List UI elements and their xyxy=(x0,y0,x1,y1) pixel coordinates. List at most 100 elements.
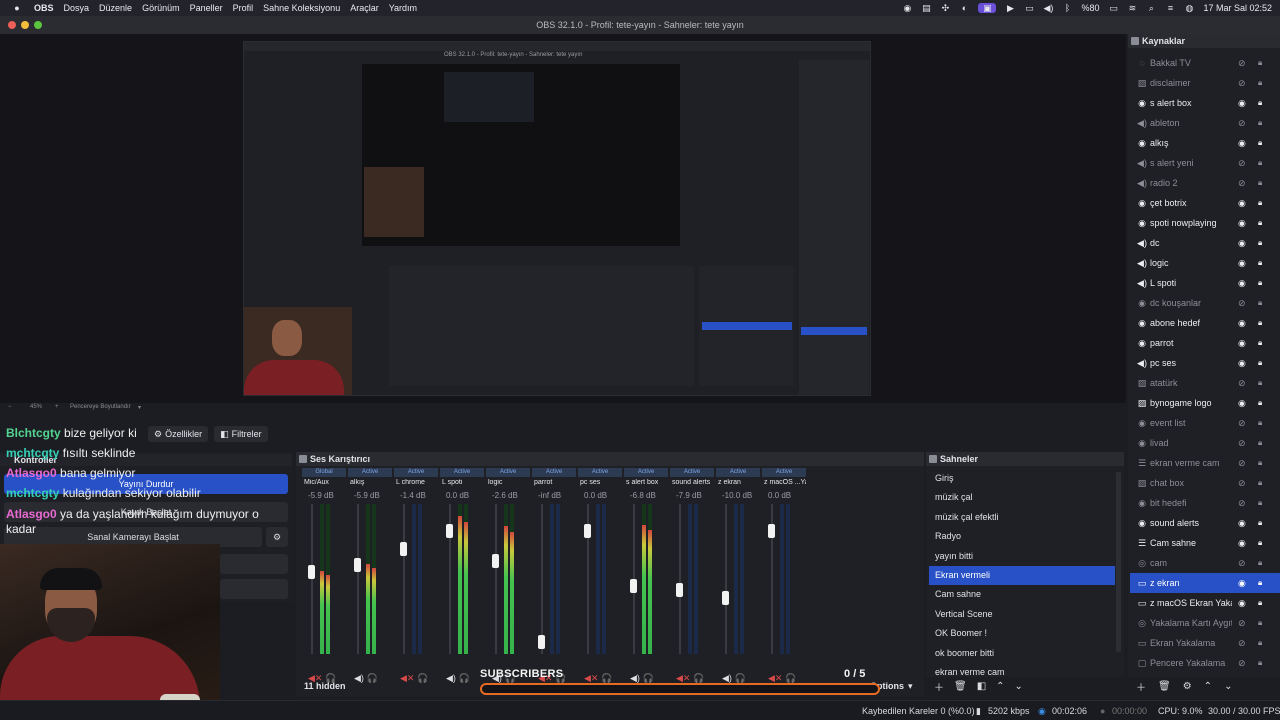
menu-dosya[interactable]: Dosya xyxy=(64,3,90,13)
source-item[interactable]: ▢ Pencere Yakalama ⊘ 🔒︎ xyxy=(1130,653,1280,673)
lock-icon[interactable]: 🔒︎ xyxy=(1258,493,1262,513)
fader-knob[interactable] xyxy=(446,524,453,538)
source-item[interactable]: ◉ spoti nowplaying ◉ 🔒︎ xyxy=(1130,213,1280,233)
scenes-scrollbar[interactable] xyxy=(1116,472,1121,652)
volume-icon[interactable]: ◀) xyxy=(1043,3,1053,13)
puzzle-icon[interactable]: ✣ xyxy=(940,3,950,13)
bluetooth-icon[interactable]: ᛒ xyxy=(1062,3,1072,13)
lock-icon[interactable]: 🔒︎ xyxy=(1258,333,1262,353)
source-item[interactable]: ◀) dc ◉ 🔒︎ xyxy=(1130,233,1280,253)
fader-track[interactable] xyxy=(403,504,405,654)
eye-slash-icon[interactable]: ⊘ xyxy=(1238,613,1246,633)
lock-icon[interactable]: 🔒︎ xyxy=(1258,233,1262,253)
remove-source-icon[interactable]: 🗑 xyxy=(1158,681,1171,692)
scene-item[interactable]: Giriş xyxy=(929,469,1115,488)
source-item[interactable]: ◀) pc ses ◉ 🔒︎ xyxy=(1130,353,1280,373)
eye-slash-icon[interactable]: ⊘ xyxy=(1238,493,1246,513)
eye-icon[interactable]: ◉ xyxy=(1238,393,1246,413)
battery-percent[interactable]: %80 xyxy=(1081,3,1099,13)
eye-slash-icon[interactable]: ⊘ xyxy=(1238,113,1246,133)
lock-icon[interactable]: 🔒︎ xyxy=(1258,433,1262,453)
source-item[interactable]: ◉ sound alerts ◉ 🔒︎ xyxy=(1130,513,1280,533)
lock-icon[interactable]: 🔒︎ xyxy=(1258,193,1262,213)
scene-item[interactable]: Vertical Scene xyxy=(929,605,1115,624)
channel-name[interactable]: L chrome xyxy=(396,479,438,486)
eye-slash-icon[interactable]: ⊘ xyxy=(1238,153,1246,173)
eye-icon[interactable]: ◉ xyxy=(1238,213,1246,233)
screen-record-icon[interactable]: ▣ xyxy=(978,3,997,13)
chevron-down-icon[interactable]: ▾ xyxy=(138,404,141,411)
menu-gorunum[interactable]: Görünüm xyxy=(142,3,180,13)
zoom-level[interactable]: 45% xyxy=(30,404,42,410)
source-item[interactable]: ☰ ekran verme cam ⊘ 🔒︎ xyxy=(1130,453,1280,473)
source-item[interactable]: ◀) L spoti ◉ 🔒︎ xyxy=(1130,273,1280,293)
apple-icon[interactable]: ● xyxy=(12,3,22,13)
lock-icon[interactable]: 🔒︎ xyxy=(1258,133,1262,153)
source-item[interactable]: ◉ dc kouşanlar ⊘ 🔒︎ xyxy=(1130,293,1280,313)
channel-name[interactable]: alkış xyxy=(350,479,392,486)
eye-slash-icon[interactable]: ⊘ xyxy=(1238,653,1246,673)
source-item[interactable]: ◉ abone hedef ◉ 🔒︎ xyxy=(1130,313,1280,333)
menu-app-name[interactable]: OBS xyxy=(34,3,54,13)
source-item[interactable]: ☰ Cam sahne ◉ 🔒︎ xyxy=(1130,533,1280,553)
lock-icon[interactable]: 🔒︎ xyxy=(1258,353,1262,373)
lock-icon[interactable]: 🔒︎ xyxy=(1258,473,1262,493)
add-source-icon[interactable]: ＋ xyxy=(1136,679,1146,694)
zoom-in-icon[interactable]: + xyxy=(55,404,59,410)
fader-track[interactable] xyxy=(679,504,681,654)
lock-icon[interactable]: 🔒︎ xyxy=(1258,153,1262,173)
clipboard-icon[interactable]: ▤ xyxy=(921,3,931,13)
lock-icon[interactable]: 🔒︎ xyxy=(1258,73,1262,93)
lock-icon[interactable]: 🔒︎ xyxy=(1258,553,1262,573)
fader-track[interactable] xyxy=(541,504,543,654)
source-settings-icon[interactable]: ⚙ xyxy=(1183,681,1192,692)
scene-item[interactable]: ok boomer bitti xyxy=(929,644,1115,663)
channel-name[interactable]: pc ses xyxy=(580,479,622,486)
fader-knob[interactable] xyxy=(354,558,361,572)
channel-name[interactable]: L spoti xyxy=(442,479,484,486)
lock-icon[interactable]: 🔒︎ xyxy=(1258,513,1262,533)
eye-slash-icon[interactable]: ⊘ xyxy=(1238,173,1246,193)
source-item[interactable]: ◉ event list ⊘ 🔒︎ xyxy=(1130,413,1280,433)
eye-slash-icon[interactable]: ⊘ xyxy=(1238,633,1246,653)
eye-icon[interactable]: ◉ xyxy=(1238,233,1246,253)
eye-icon[interactable]: ◉ xyxy=(1238,533,1246,553)
minimize-window-button[interactable] xyxy=(21,21,29,29)
obs-tray-icon[interactable]: ◉ xyxy=(902,3,912,13)
menu-paneller[interactable]: Paneller xyxy=(190,3,223,13)
source-item[interactable]: ◀) s alert yeni ⊘ 🔒︎ xyxy=(1130,153,1280,173)
eye-icon[interactable]: ◉ xyxy=(1238,353,1246,373)
source-item[interactable]: ◌ Bakkal TV ⊘ 🔒︎ xyxy=(1130,53,1280,73)
lock-icon[interactable]: 🔒︎ xyxy=(1258,533,1262,553)
source-item[interactable]: ◉ çet botrix ◉ 🔒︎ xyxy=(1130,193,1280,213)
lock-icon[interactable]: 🔒︎ xyxy=(1258,313,1262,333)
scene-item[interactable]: müzik çal efektli xyxy=(929,508,1115,527)
source-item[interactable]: ▭z macOS Ekran Yakalama ◉ 🔒︎ xyxy=(1130,593,1280,613)
channel-name[interactable]: z ekran xyxy=(718,479,760,486)
control-center-icon[interactable]: ≡ xyxy=(1165,3,1175,13)
eye-slash-icon[interactable]: ⊘ xyxy=(1238,73,1246,93)
source-item[interactable]: ▨ chat box ⊘ 🔒︎ xyxy=(1130,473,1280,493)
fader-track[interactable] xyxy=(311,504,313,654)
lock-icon[interactable]: 🔒︎ xyxy=(1258,453,1262,473)
add-scene-icon[interactable]: ＋ xyxy=(934,679,944,694)
channel-name[interactable]: sound alerts xyxy=(672,479,714,486)
menubar-datetime[interactable]: 17 Mar Sal 02:52 xyxy=(1203,3,1272,13)
menu-araclar[interactable]: Araçlar xyxy=(350,3,379,13)
eye-icon[interactable]: ◉ xyxy=(1238,93,1246,113)
scene-item[interactable]: OK Boomer ! xyxy=(929,624,1115,643)
lock-icon[interactable]: 🔒︎ xyxy=(1258,393,1262,413)
hidden-count[interactable]: 11 hidden xyxy=(304,681,346,691)
scene-filters-icon[interactable]: ◧ xyxy=(977,681,986,692)
scene-item[interactable]: yayın bitti xyxy=(929,547,1115,566)
menu-duzenle[interactable]: Düzenle xyxy=(99,3,132,13)
move-up-icon[interactable]: ⌃ xyxy=(996,681,1004,692)
eye-slash-icon[interactable]: ⊘ xyxy=(1238,373,1246,393)
source-item[interactable]: ◉ s alert box ◉ 🔒︎ xyxy=(1130,93,1280,113)
fader-knob[interactable] xyxy=(722,591,729,605)
studio-mode-button[interactable] xyxy=(220,554,288,574)
dark-mode-icon[interactable]: ◐ xyxy=(959,3,969,13)
lock-icon[interactable]: 🔒︎ xyxy=(1258,613,1262,633)
move-down-icon[interactable]: ⌄ xyxy=(1015,681,1023,692)
wifi-icon[interactable]: ≋ xyxy=(1127,3,1137,13)
